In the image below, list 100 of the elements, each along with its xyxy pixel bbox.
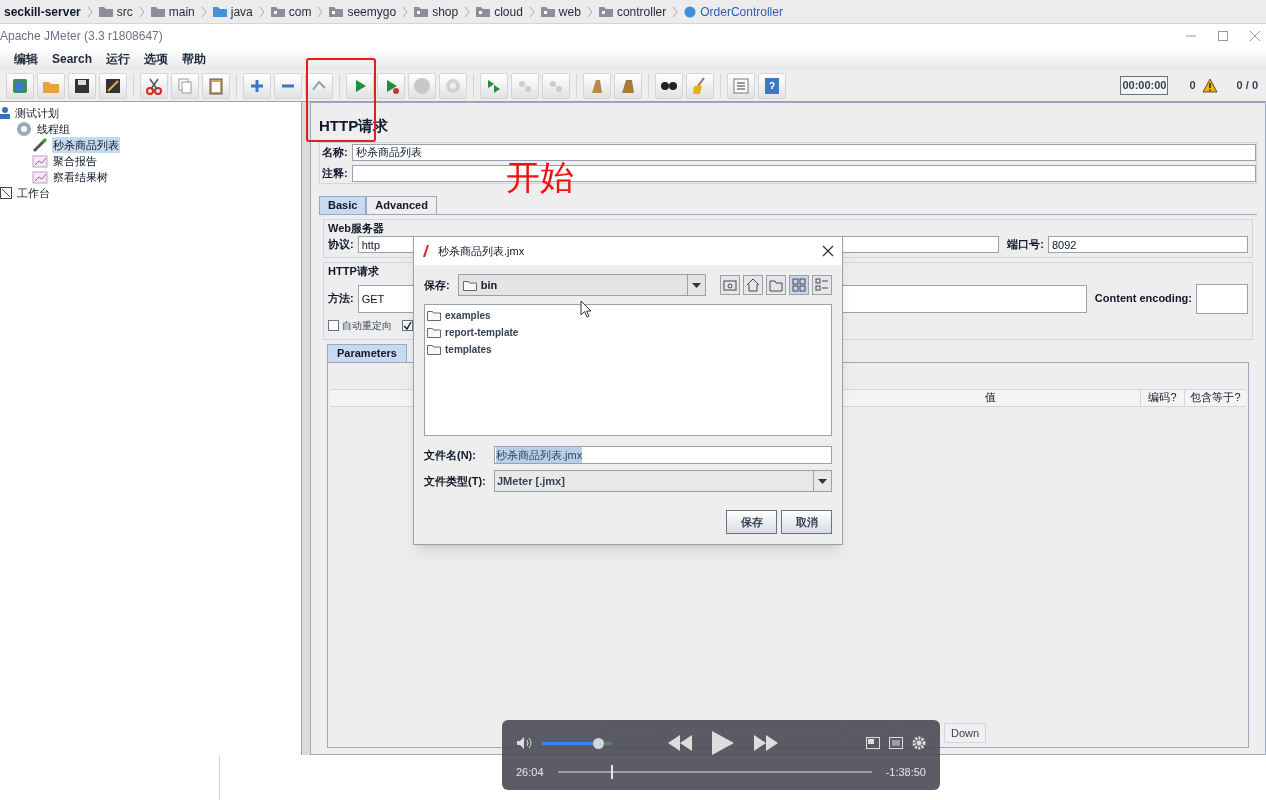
folder-icon: [427, 310, 441, 321]
grid-view-button[interactable]: [789, 275, 809, 295]
dropdown-arrow-icon[interactable]: [818, 478, 827, 484]
column-header: 编码?: [1140, 389, 1184, 406]
file-item[interactable]: report-template: [445, 325, 519, 340]
tab[interactable]: Parameters: [327, 343, 407, 362]
class-icon: [684, 5, 697, 18]
rewind-icon[interactable]: [668, 735, 692, 751]
file-item[interactable]: examples: [445, 308, 491, 323]
package-icon: [329, 6, 344, 17]
volume-slider-thumb[interactable]: [593, 737, 604, 749]
clipboard-button[interactable]: [202, 72, 230, 99]
field-label: Content encoding:: [1094, 291, 1192, 307]
tree-item[interactable]: 工作台: [16, 184, 51, 202]
list-button[interactable]: [727, 72, 755, 99]
up-folder-icon: [722, 277, 738, 293]
search-button[interactable]: [655, 72, 683, 99]
group-legend: Web服务器: [328, 219, 1248, 236]
breadcrumb-item[interactable]: src: [116, 2, 133, 21]
new-folder-icon: [768, 277, 784, 293]
text-field[interactable]: 8092: [1048, 236, 1248, 253]
plus-button[interactable]: [243, 72, 271, 99]
minus-button[interactable]: [274, 72, 302, 99]
cancel-button[interactable]: 取消: [781, 510, 832, 534]
folder-icon: [212, 6, 227, 17]
checkbox[interactable]: [402, 319, 413, 331]
list-view-button[interactable]: [812, 275, 832, 295]
folder-icon: [462, 279, 477, 291]
folder-icon: [150, 6, 165, 17]
save-button[interactable]: [68, 72, 96, 99]
help-button[interactable]: [758, 72, 786, 99]
checkbox[interactable]: [328, 319, 339, 331]
play-button[interactable]: [480, 72, 508, 99]
text-field[interactable]: 秒杀商品列表: [351, 143, 1256, 161]
field-label: 注释:: [322, 165, 348, 181]
volume-icon[interactable]: [516, 736, 534, 750]
fast-forward-icon[interactable]: [754, 735, 778, 751]
settings-icon[interactable]: [912, 736, 926, 750]
tree-item[interactable]: 聚合报告: [52, 152, 98, 170]
play-button[interactable]: [346, 72, 374, 99]
menu-item[interactable]: 帮助: [182, 50, 207, 68]
tree-item[interactable]: 测试计划: [14, 104, 60, 122]
chevron-icon: [138, 5, 145, 18]
breadcrumb-item[interactable]: shop: [432, 2, 459, 21]
package-icon: [476, 6, 491, 17]
tree-item[interactable]: 秒杀商品列表: [52, 136, 120, 154]
menu-item[interactable]: 运行: [106, 50, 131, 68]
maximize-icon[interactable]: [1218, 31, 1228, 41]
menu-item[interactable]: 选项: [144, 50, 169, 68]
package-icon: [598, 6, 613, 17]
up-folder-button[interactable]: [720, 275, 740, 295]
progress-thumb[interactable]: [610, 765, 613, 780]
field-label: 端口号:: [1007, 237, 1044, 253]
splitter-handle[interactable]: [302, 102, 310, 755]
chevron-icon: [317, 5, 324, 18]
breadcrumb-item[interactable]: com: [288, 2, 312, 21]
warning-icon: [1201, 78, 1218, 93]
field-label: 文件名(N):: [424, 447, 477, 463]
tab[interactable]: Advanced: [366, 195, 437, 214]
breadcrumb-item[interactable]: seemygo: [347, 2, 397, 21]
stop-icon: [412, 75, 432, 96]
breadcrumb-item[interactable]: controller: [616, 2, 667, 21]
breadcrumb-item[interactable]: main: [168, 2, 195, 21]
filetype-dropdown[interactable]: JMeter [.jmx]: [494, 470, 832, 492]
tree-item[interactable]: 线程组: [36, 120, 71, 138]
grid-view-icon: [791, 277, 807, 293]
breadcrumb-item[interactable]: cloud: [494, 2, 523, 21]
breadcrumb-item[interactable]: OrderController: [700, 2, 783, 21]
menu-item[interactable]: Search: [52, 50, 93, 68]
play-icon[interactable]: [712, 731, 734, 755]
menu-item[interactable]: 编辑: [14, 50, 38, 68]
close-icon[interactable]: [822, 245, 834, 257]
file-item[interactable]: templates: [445, 342, 492, 357]
chevron-icon: [586, 5, 593, 18]
folder-dropdown[interactable]: bin: [457, 274, 706, 296]
home-button[interactable]: [743, 275, 763, 295]
list-icon: [731, 75, 751, 96]
book-button[interactable]: [6, 72, 34, 99]
breadcrumb-item[interactable]: web: [558, 2, 581, 21]
nodes-button[interactable]: [511, 72, 539, 99]
filename-field[interactable]: 秒杀商品列表.jmx: [494, 446, 832, 464]
list-icon[interactable]: [889, 737, 903, 749]
progress-track[interactable]: [557, 765, 872, 780]
breadcrumb-item[interactable]: java: [230, 2, 253, 21]
folder-icon: [427, 327, 441, 338]
dialog-title: 秒杀商品列表.jmx: [438, 243, 526, 259]
picture-in-picture-icon[interactable]: [866, 737, 880, 749]
play-button[interactable]: [377, 72, 405, 99]
tree-item[interactable]: 察看结果树: [52, 168, 109, 186]
pen-icon: [422, 245, 430, 257]
toggle-button[interactable]: [305, 72, 333, 99]
dropdown-arrow-icon[interactable]: [692, 282, 701, 288]
down-button[interactable]: Down: [944, 723, 986, 743]
package-icon: [414, 6, 429, 17]
save-button[interactable]: 保存: [726, 510, 777, 534]
minus-icon: [281, 83, 295, 88]
breadcrumb-item[interactable]: seckill-server: [4, 2, 81, 21]
scissors-button[interactable]: [140, 72, 168, 99]
tab[interactable]: Basic: [319, 195, 367, 214]
nodes-button[interactable]: [542, 72, 570, 99]
